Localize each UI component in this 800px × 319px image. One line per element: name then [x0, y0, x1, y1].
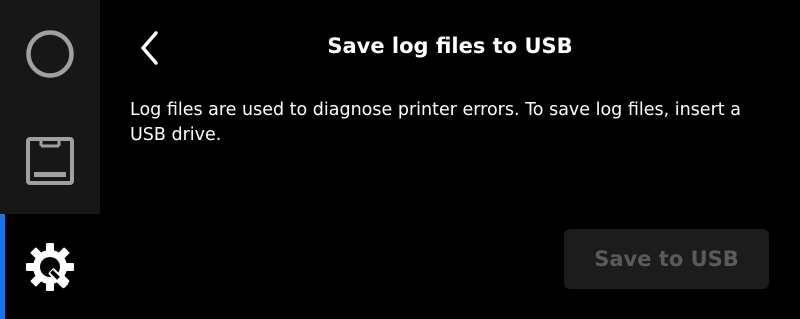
sidebar-item-settings[interactable] [0, 214, 100, 319]
material-box-icon [26, 136, 74, 185]
active-indicator [0, 214, 5, 319]
back-button[interactable] [128, 26, 172, 70]
sidebar-item-material[interactable] [0, 107, 100, 214]
description-text: Log files are used to diagnose printer e… [130, 100, 741, 145]
save-to-usb-button[interactable]: Save to USB [564, 229, 769, 289]
sidebar-item-print[interactable] [0, 0, 100, 107]
chevron-left-icon [141, 31, 158, 65]
page-title: Save log files to USB [327, 34, 573, 58]
circle-icon [26, 29, 74, 78]
sidebar [0, 0, 100, 319]
settings-wrench-icon [26, 242, 74, 291]
app-window: Save log files to USB Log files are used… [0, 0, 800, 319]
